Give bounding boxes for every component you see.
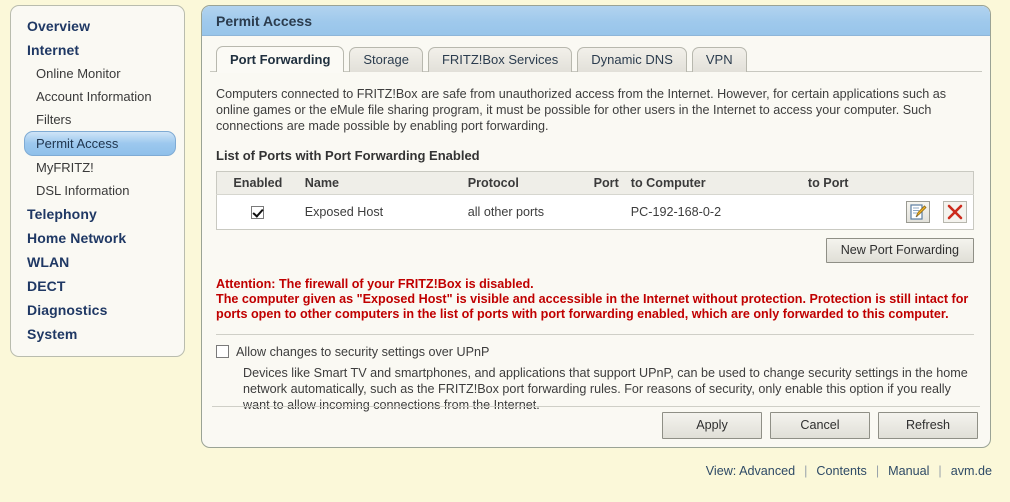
upnp-label: Allow changes to security settings over … (236, 345, 490, 359)
column-header-actions (882, 171, 974, 195)
footer-separator-2: | (875, 464, 880, 478)
main-panel: Permit Access Port Forwarding Storage FR… (201, 5, 991, 448)
page-footer-links: View: Advanced | Contents | Manual | avm… (706, 464, 992, 478)
footer-manual-link[interactable]: Manual (888, 464, 929, 478)
tab-storage[interactable]: Storage (349, 47, 423, 72)
table-header-row: Enabled Name Protocol Port to Computer t… (216, 171, 974, 195)
sidebar-item-home-network[interactable]: Home Network (11, 226, 184, 250)
cancel-button[interactable]: Cancel (770, 412, 870, 439)
edit-icon[interactable] (905, 201, 930, 223)
sidebar-item-online-monitor[interactable]: Online Monitor (11, 62, 184, 85)
warning-line-1: Attention: The firewall of your FRITZ!Bo… (216, 277, 534, 291)
sidebar-item-dect[interactable]: DECT (11, 274, 184, 298)
sidebar-item-wlan[interactable]: WLAN (11, 250, 184, 274)
panel-footer-buttons: Apply Cancel Refresh (662, 412, 978, 439)
sidebar-item-dsl-information[interactable]: DSL Information (11, 179, 184, 202)
row-enabled-checkbox[interactable] (251, 206, 265, 220)
panel-header: Permit Access (202, 6, 990, 36)
delete-icon-svg (947, 204, 963, 220)
panel-content: Computers connected to FRITZ!Box are saf… (202, 72, 990, 413)
sidebar-item-filters[interactable]: Filters (11, 108, 184, 131)
new-forwarding-row: New Port Forwarding (216, 238, 974, 263)
sidebar-item-internet[interactable]: Internet (11, 38, 184, 62)
sidebar-item-account-information[interactable]: Account Information (11, 85, 184, 108)
sidebar-item-telephony[interactable]: Telephony (11, 202, 184, 226)
edit-icon-svg (909, 204, 927, 220)
apply-button[interactable]: Apply (662, 412, 762, 439)
upnp-checkbox[interactable] (216, 345, 229, 358)
tab-fritzbox-services[interactable]: FRITZ!Box Services (427, 47, 573, 72)
ports-list-title: List of Ports with Port Forwarding Enabl… (216, 148, 480, 163)
divider-footer-buttons (212, 406, 980, 407)
tab-bar: Port Forwarding Storage FRITZ!Box Servic… (202, 44, 990, 72)
column-header-enabled: Enabled (216, 171, 299, 195)
sidebar-item-diagnostics[interactable]: Diagnostics (11, 298, 184, 322)
sidebar-navigation: Overview Internet Online Monitor Account… (10, 5, 185, 357)
footer-contents-link[interactable]: Contents (816, 464, 866, 478)
upnp-option-row: Allow changes to security settings over … (216, 345, 974, 360)
footer-view-advanced[interactable]: View: Advanced (706, 464, 795, 478)
footer-avm-link[interactable]: avm.de (951, 464, 992, 478)
sidebar-item-system[interactable]: System (11, 322, 184, 346)
warning-line-2: The computer given as "Exposed Host" is … (216, 292, 969, 321)
footer-separator-3: | (938, 464, 942, 478)
divider-upnp (216, 334, 974, 335)
cell-enabled (216, 194, 299, 230)
tab-port-forwarding[interactable]: Port Forwarding (216, 46, 345, 72)
table-row: Exposed Host all other ports PC-192-168-… (216, 194, 974, 230)
refresh-button[interactable]: Refresh (878, 412, 978, 439)
intro-paragraph: Computers connected to FRITZ!Box are saf… (216, 87, 947, 133)
footer-separator-1: | (804, 464, 808, 478)
column-header-to-computer: to Computer (624, 171, 802, 195)
cell-port (561, 194, 625, 230)
cell-to-computer: PC-192-168-0-2 (624, 194, 802, 230)
column-header-protocol: Protocol (461, 171, 562, 195)
sidebar-item-permit-access[interactable]: Permit Access (24, 131, 176, 156)
column-header-to-port: to Port (801, 171, 883, 195)
column-header-port: Port (561, 171, 625, 195)
tab-vpn[interactable]: VPN (691, 47, 747, 72)
tab-dynamic-dns[interactable]: Dynamic DNS (577, 47, 687, 72)
cell-to-port (801, 194, 883, 230)
port-forwarding-table: Enabled Name Protocol Port to Computer t… (216, 171, 974, 230)
page-title: Permit Access (216, 12, 312, 29)
cell-name: Exposed Host (298, 194, 462, 230)
sidebar-item-myfritz[interactable]: MyFRITZ! (11, 156, 184, 179)
new-port-forwarding-button[interactable]: New Port Forwarding (825, 238, 974, 263)
sidebar-item-overview[interactable]: Overview (11, 14, 184, 38)
delete-icon[interactable] (943, 201, 967, 223)
cell-protocol: all other ports (461, 194, 562, 230)
firewall-warning: Attention: The firewall of your FRITZ!Bo… (216, 277, 974, 322)
cell-actions (882, 194, 974, 230)
column-header-name: Name (298, 171, 462, 195)
